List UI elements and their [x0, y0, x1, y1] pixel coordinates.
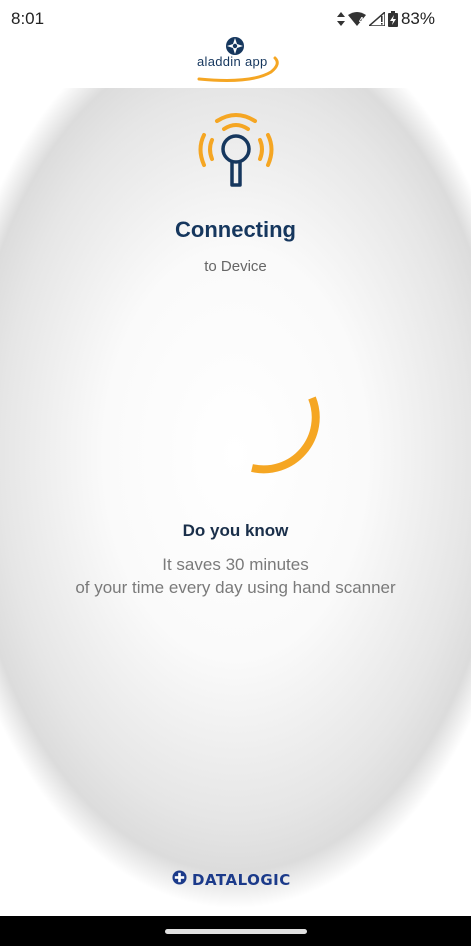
- tip-heading: Do you know: [182, 521, 289, 540]
- network-badge: 4: [358, 16, 364, 25]
- logo-text: aladdin app: [197, 54, 268, 69]
- brand-text: DATALOGIC: [192, 870, 291, 889]
- tip-text-line1: It saves 30 minutes: [162, 555, 309, 574]
- connection-subtitle: to Device: [204, 258, 267, 275]
- cell-signal-icon: [368, 12, 385, 26]
- home-gesture-handle[interactable]: [165, 929, 307, 934]
- footer-brand: DATALOGIC: [172, 870, 291, 889]
- battery-percent: 83%: [400, 9, 435, 28]
- wifi-icon: 4: [347, 12, 366, 26]
- tip-text-line2: of your time every day using hand scanne…: [75, 578, 396, 597]
- scanner-signal-icon: [192, 107, 280, 193]
- app-logo: aladdin app: [191, 34, 283, 86]
- status-time: 8:01: [11, 9, 45, 28]
- navigation-bar: [0, 916, 471, 946]
- connection-title: Connecting: [175, 217, 296, 242]
- status-bar: 8:01 4 83%: [0, 0, 471, 38]
- data-arrows-icon: [336, 12, 345, 26]
- status-icons: 4 83%: [336, 9, 435, 29]
- loading-spinner-icon: [230, 380, 330, 484]
- battery-charging-icon: [387, 11, 398, 27]
- datalogic-logo-icon: [172, 870, 187, 889]
